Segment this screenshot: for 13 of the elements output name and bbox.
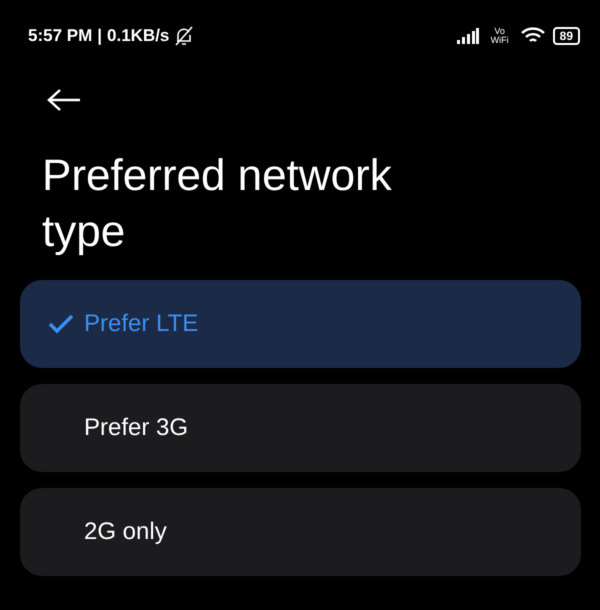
signal-icon — [456, 28, 479, 44]
check-icon — [48, 314, 74, 334]
vowifi-text: Vo WiFi — [490, 27, 510, 45]
network-option[interactable]: Prefer 3G — [20, 384, 581, 472]
clock-text: 5:57 PM — [28, 26, 92, 46]
muted-bell-icon — [174, 25, 194, 47]
back-button[interactable] — [46, 88, 82, 112]
separator-text: | — [97, 26, 102, 46]
page-title: Preferred network type — [42, 150, 393, 258]
network-speed: 0.1KB/s — [107, 26, 170, 46]
network-option[interactable]: Prefer LTE — [20, 280, 581, 368]
network-option[interactable]: 2G only — [20, 488, 581, 576]
battery-icon: 89 — [552, 27, 580, 45]
